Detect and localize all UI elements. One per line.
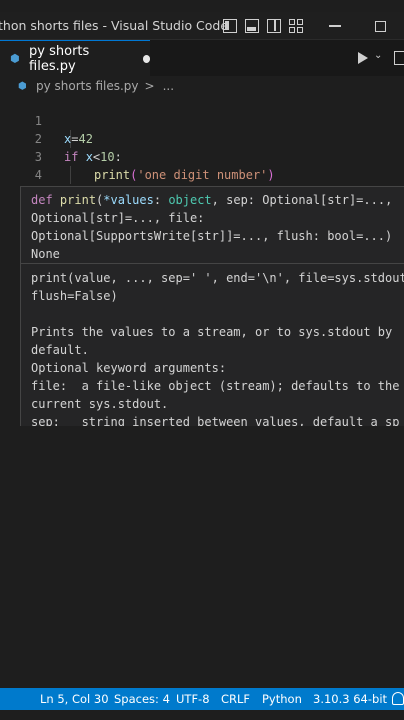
run-python-file-icon[interactable] — [358, 52, 368, 64]
title-bar: thon shorts files - Visual Studio Code — [0, 12, 404, 40]
hover-divider — [21, 263, 404, 264]
window-title: thon shorts files - Visual Studio Code — [0, 18, 229, 33]
status-indentation[interactable]: Spaces: 4 — [114, 692, 170, 706]
status-bar: Ln 5, Col 30 Spaces: 4 UTF-8 CRLF Python… — [0, 688, 404, 710]
editor-tab-active[interactable]: ⬢ py shorts files.py — [0, 40, 150, 76]
split-editor-icon[interactable] — [394, 51, 404, 65]
signature-block: def print(*values: object, sep: Optional… — [31, 193, 393, 261]
code-editor[interactable]: 1 x=42 2 if x<10: 3 print('one digit num… — [0, 94, 404, 219]
title-bar-controls — [215, 12, 404, 40]
code-line-4[interactable]: 4 elif x<100: — [0, 148, 404, 200]
minimize-window-icon[interactable] — [329, 25, 341, 27]
python-file-icon: ⬢ — [18, 80, 27, 92]
toggle-panel-icon[interactable] — [245, 19, 259, 33]
code-line-2[interactable]: 2 if x<10: — [0, 112, 404, 164]
unsaved-dot-icon[interactable] — [142, 54, 150, 63]
run-options-chevron-icon[interactable]: ⌄ — [374, 50, 382, 61]
status-interpreter[interactable]: 3.10.3 64-bit — [313, 692, 387, 706]
editor-tab-bar: ⬢ py shorts files.py ⌄ — [0, 40, 404, 76]
status-encoding[interactable]: UTF-8 — [176, 692, 210, 706]
breadcrumb: ⬢ py shorts files.py > ... — [0, 76, 404, 96]
code-line-5[interactable]: 5 print('two digit number') — [0, 166, 404, 219]
breadcrumb-separator: > — [144, 79, 155, 93]
toggle-secondary-sidebar-icon[interactable] — [267, 19, 281, 33]
bottom-edge — [0, 710, 404, 720]
status-eol[interactable]: CRLF — [221, 692, 250, 706]
docstring-block: print(value, ..., sep=' ', end='\n', fil… — [31, 271, 404, 426]
python-file-icon: ⬢ — [10, 52, 20, 65]
tab-label: py shorts files.py — [29, 43, 90, 74]
status-language[interactable]: Python — [262, 692, 302, 706]
toggle-primary-sidebar-icon[interactable] — [223, 19, 237, 33]
breadcrumb-symbols[interactable]: ... — [163, 79, 174, 93]
customize-layout-icon[interactable] — [289, 19, 303, 33]
breadcrumb-file[interactable]: py shorts files.py — [36, 79, 139, 93]
code-line-1[interactable]: 1 x=42 — [0, 94, 404, 146]
status-cursor-position[interactable]: Ln 5, Col 30 — [40, 692, 109, 706]
maximize-window-icon[interactable] — [375, 20, 386, 32]
hover-tooltip[interactable]: def print(*values: object, sep: Optional… — [20, 186, 404, 426]
notifications-icon[interactable] — [392, 692, 404, 705]
code-line-3[interactable]: 3 print('one digit number') — [0, 130, 404, 182]
